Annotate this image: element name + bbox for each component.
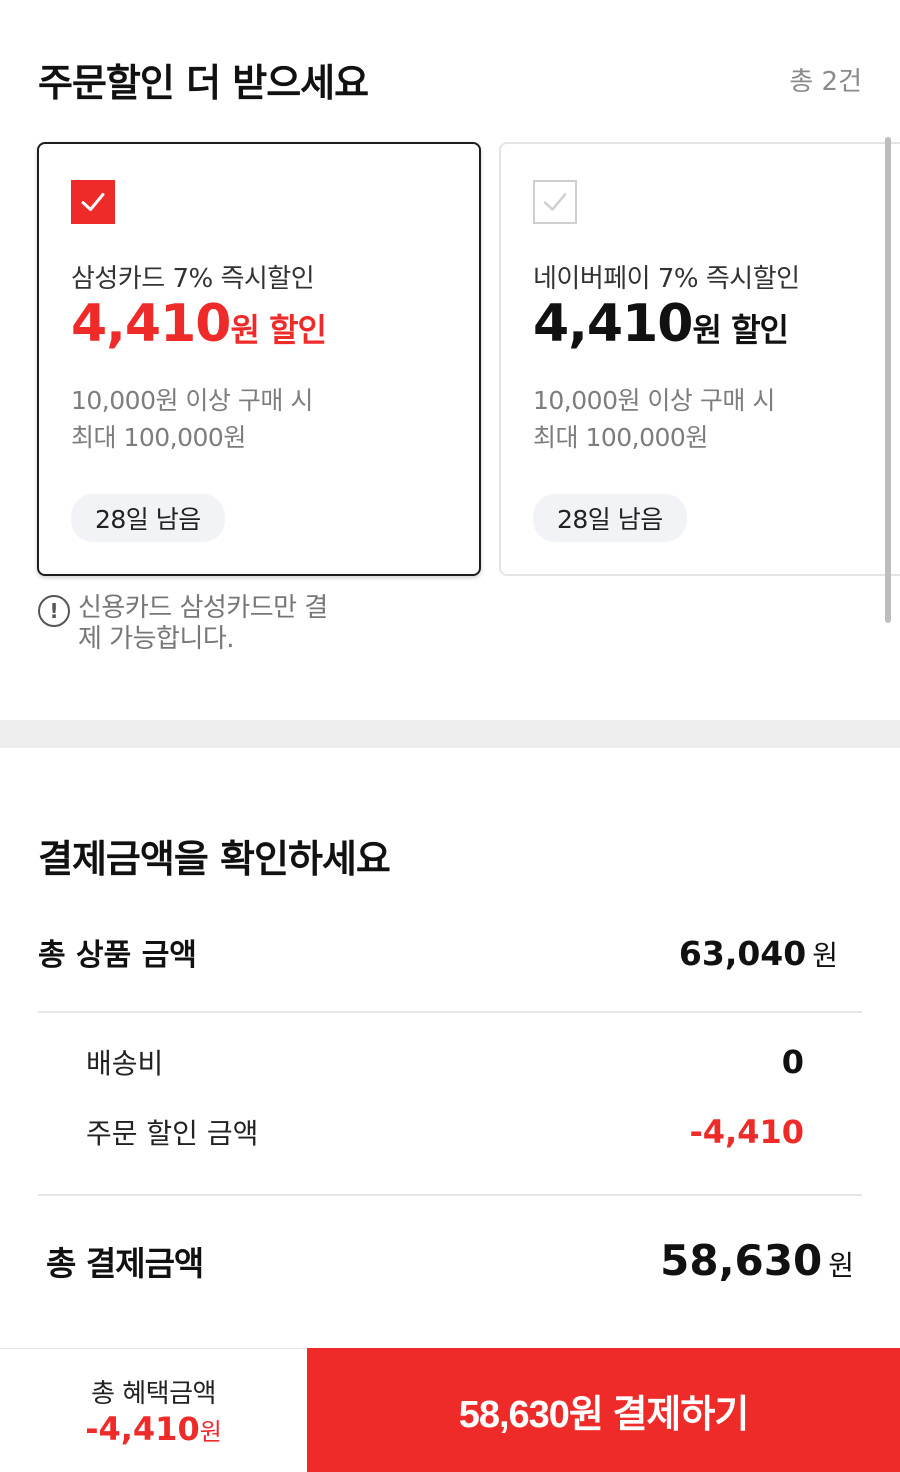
coupon-checkbox-unchecked[interactable] [533,180,577,224]
check-icon [81,193,105,211]
coupon-amount-unit: 원 할인 [230,311,326,349]
coupon-conditions: 10,000원 이상 구매 시 최대 100,000원 [71,382,313,456]
coupon-remaining-badge: 28일 남음 [71,494,225,542]
coupon-count: 총 2건 [789,67,862,97]
total-payment-amount: 58,630 원 [660,1236,854,1285]
benefit-summary: 총 혜택금액 -4,410원 [0,1348,307,1472]
coupon-amount-number: 4,410 [71,294,231,354]
divider-line [38,1011,862,1013]
coupon-notice: ! 신용카드 삼성카드만 결제 가능합니다. [38,593,338,655]
benefit-amount: -4,410원 [85,1410,222,1448]
total-product-value: 63,040 [678,934,807,973]
shipping-fee-value: 0 [781,1043,804,1081]
coupon-checkbox-checked[interactable] [71,180,115,224]
coupon-card-naverpay[interactable]: 네이버페이 7% 즉시할인 4,410원 할인 10,000원 이상 구매 시 … [499,142,900,576]
coupon-name: 네이버페이 7% 즉시할인 [533,264,800,294]
coupon-condition-max: 최대 100,000원 [71,423,246,452]
currency-unit: 원 [828,1249,854,1282]
coupon-name: 삼성카드 7% 즉시할인 [71,264,315,294]
coupon-remaining-badge: 28일 남음 [533,494,687,542]
divider-line [38,1194,862,1196]
payment-summary-title: 결제금액을 확인하세요 [38,837,391,881]
coupon-discount-amount: 4,410원 할인 [533,294,789,354]
total-payment-value: 58,630 [660,1236,823,1285]
coupon-carousel[interactable]: 삼성카드 7% 즉시할인 4,410원 할인 10,000원 이상 구매 시 최… [0,141,900,581]
currency-unit: 원 [812,939,838,972]
total-payment-row: 총 결제금액 58,630 원 [46,1236,854,1285]
check-icon [543,193,567,211]
coupon-condition-min: 10,000원 이상 구매 시 [533,386,775,415]
benefit-unit: 원 [199,1418,222,1446]
bottom-action-bar: 총 혜택금액 -4,410원 58,630원 결제하기 [0,1348,900,1472]
exclamation-circle-icon: ! [38,595,70,627]
coupon-header: 주문할인 더 받으세요 총 2건 [38,52,862,107]
benefit-label: 총 혜택금액 [91,1379,216,1409]
total-payment-label: 총 결제금액 [46,1244,204,1283]
coupon-conditions: 10,000원 이상 구매 시 최대 100,000원 [533,382,775,456]
coupon-condition-max: 최대 100,000원 [533,423,708,452]
total-product-amount: 63,040 원 [679,934,838,974]
coupon-amount-number: 4,410 [533,294,693,354]
coupon-condition-min: 10,000원 이상 구매 시 [71,386,313,415]
shipping-fee-row: 배송비 0 [86,1042,804,1082]
coupon-notice-text: 신용카드 삼성카드만 결제 가능합니다. [78,593,328,654]
coupon-amount-unit: 원 할인 [692,311,788,349]
coupon-section-title: 주문할인 더 받으세요 [38,61,369,105]
coupon-discount-amount: 4,410원 할인 [71,294,327,354]
benefit-value: -4,410 [85,1410,200,1448]
vertical-scrollbar[interactable] [885,137,891,623]
order-discount-label: 주문 할인 금액 [86,1117,259,1150]
section-divider [0,720,900,748]
pay-button[interactable]: 58,630원 결제하기 [307,1348,900,1472]
total-product-row: 총 상품 금액 63,040 원 [38,930,838,974]
total-product-label: 총 상품 금액 [38,938,197,973]
shipping-fee-label: 배송비 [86,1047,164,1080]
order-discount-row: 주문 할인 금액 -4,410 [86,1112,804,1152]
order-payment-page: 주문할인 더 받으세요 총 2건 삼성카드 7% 즉시할인 4,410원 할인 … [0,0,900,1472]
coupon-card-samsung[interactable]: 삼성카드 7% 즉시할인 4,410원 할인 10,000원 이상 구매 시 최… [37,142,481,576]
order-discount-value: -4,410 [689,1113,805,1151]
